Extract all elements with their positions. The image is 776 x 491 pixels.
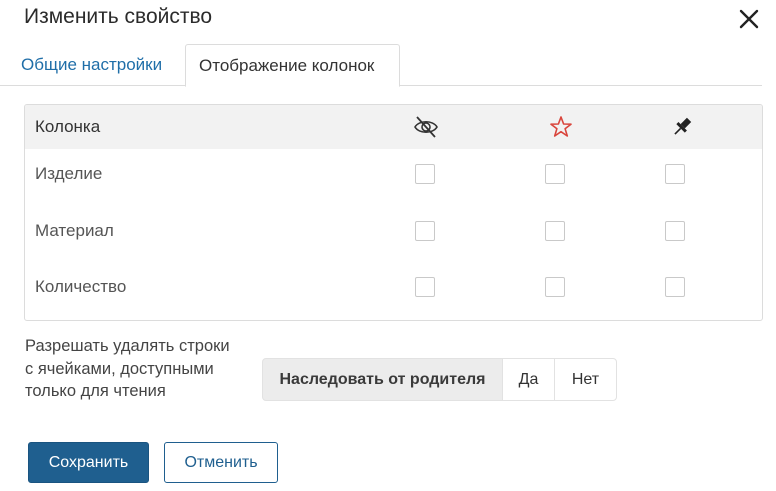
columns-table: Колонка Изделие Материал Количество [24,104,763,321]
star-icon [548,114,574,140]
tab-general-settings[interactable]: Общие настройки [21,44,162,86]
required-checkbox[interactable] [545,221,565,241]
pin-icon [669,114,695,140]
save-button[interactable]: Сохранить [28,442,149,483]
pin-checkbox[interactable] [665,164,685,184]
pin-checkbox[interactable] [665,277,685,297]
row-label: Количество [35,277,127,296]
yes-option[interactable]: Да [502,358,555,401]
required-checkbox[interactable] [545,277,565,297]
hide-checkbox[interactable] [415,164,435,184]
eye-off-icon [413,114,439,140]
delete-rows-option-label: Разрешать удалять строки с ячейками, дос… [25,337,230,400]
row-label: Материал [35,221,114,240]
column-header-label: Колонка [35,117,101,136]
row-label: Изделие [35,164,103,183]
table-row: Количество [25,261,762,317]
pin-checkbox[interactable] [665,221,685,241]
table-row: Изделие [25,149,762,205]
tab-bar: Общие настройки Отображение колонок [0,44,762,87]
cancel-button[interactable]: Отменить [164,442,278,483]
close-icon[interactable] [737,7,761,31]
required-checkbox[interactable] [545,164,565,184]
inherit-from-parent-option[interactable]: Наследовать от родителя [262,358,503,401]
table-header: Колонка [25,105,762,149]
hide-checkbox[interactable] [415,221,435,241]
table-row: Материал [25,205,762,261]
dialog-title: Изменить свойство [24,5,213,28]
tab-column-display[interactable]: Отображение колонок [185,44,400,87]
no-option[interactable]: Нет [554,358,617,401]
hide-checkbox[interactable] [415,277,435,297]
